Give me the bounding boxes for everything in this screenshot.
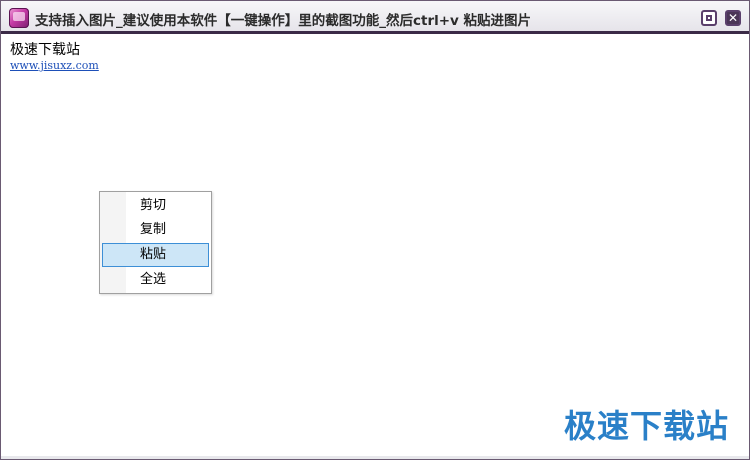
editor-window: 支持插入图片_建议使用本软件【一键操作】里的截图功能_然后ctrl+v 粘贴进图…: [0, 0, 750, 460]
site-url-link[interactable]: www.jisuxz.com: [10, 59, 99, 72]
window-title: 支持插入图片_建议使用本软件【一键操作】里的截图功能_然后ctrl+v 粘贴进图…: [35, 13, 532, 29]
menu-item-cut[interactable]: 剪切: [102, 194, 209, 218]
maximize-icon: [706, 15, 712, 21]
menu-item-select-all[interactable]: 全选: [102, 268, 209, 292]
context-menu: 剪切 复制 粘贴 全选: [99, 191, 212, 294]
watermark-logo: 极速下载站: [563, 407, 729, 445]
app-icon: [9, 8, 29, 28]
menu-item-copy[interactable]: 复制: [102, 218, 209, 242]
close-icon: ✕: [727, 11, 739, 25]
bottom-border: [1, 456, 749, 459]
site-name-text: 极速下载站: [10, 42, 80, 58]
close-button[interactable]: ✕: [725, 10, 741, 26]
menu-item-paste[interactable]: 粘贴: [102, 243, 209, 267]
maximize-button[interactable]: [701, 10, 717, 26]
title-bar[interactable]: 支持插入图片_建议使用本软件【一键操作】里的截图功能_然后ctrl+v 粘贴进图…: [1, 1, 749, 34]
